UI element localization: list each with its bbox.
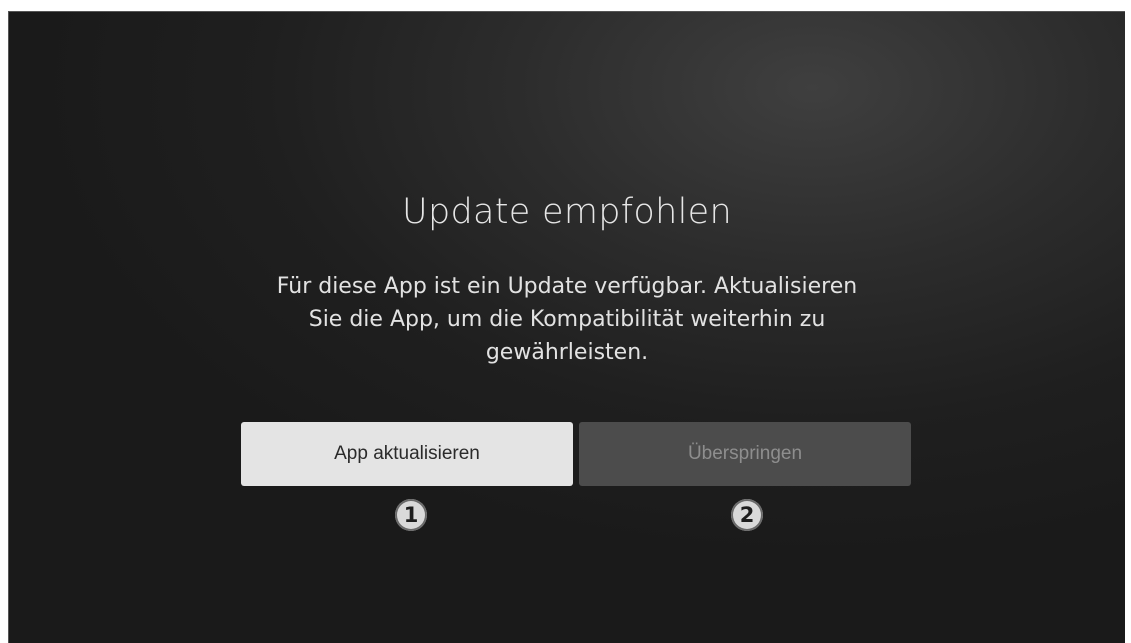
callout-marker-1: 1 — [395, 499, 427, 531]
message-line: Für diese App ist ein Update verfügbar. … — [276, 274, 858, 299]
dialog-title: Update empfohlen — [402, 192, 732, 232]
update-app-button[interactable]: App aktualisieren — [241, 422, 573, 486]
dialog-message: Für diese App ist ein Update verfügbar. … — [169, 270, 965, 369]
message-line: gewährleisten. — [485, 340, 649, 365]
message-line: Sie die App, um die Kompatibilität weite… — [308, 307, 826, 332]
callout-marker-2: 2 — [731, 499, 763, 531]
tv-screen: Update empfohlen Für diese App ist ein U… — [8, 11, 1125, 643]
skip-button[interactable]: Überspringen — [579, 422, 911, 486]
